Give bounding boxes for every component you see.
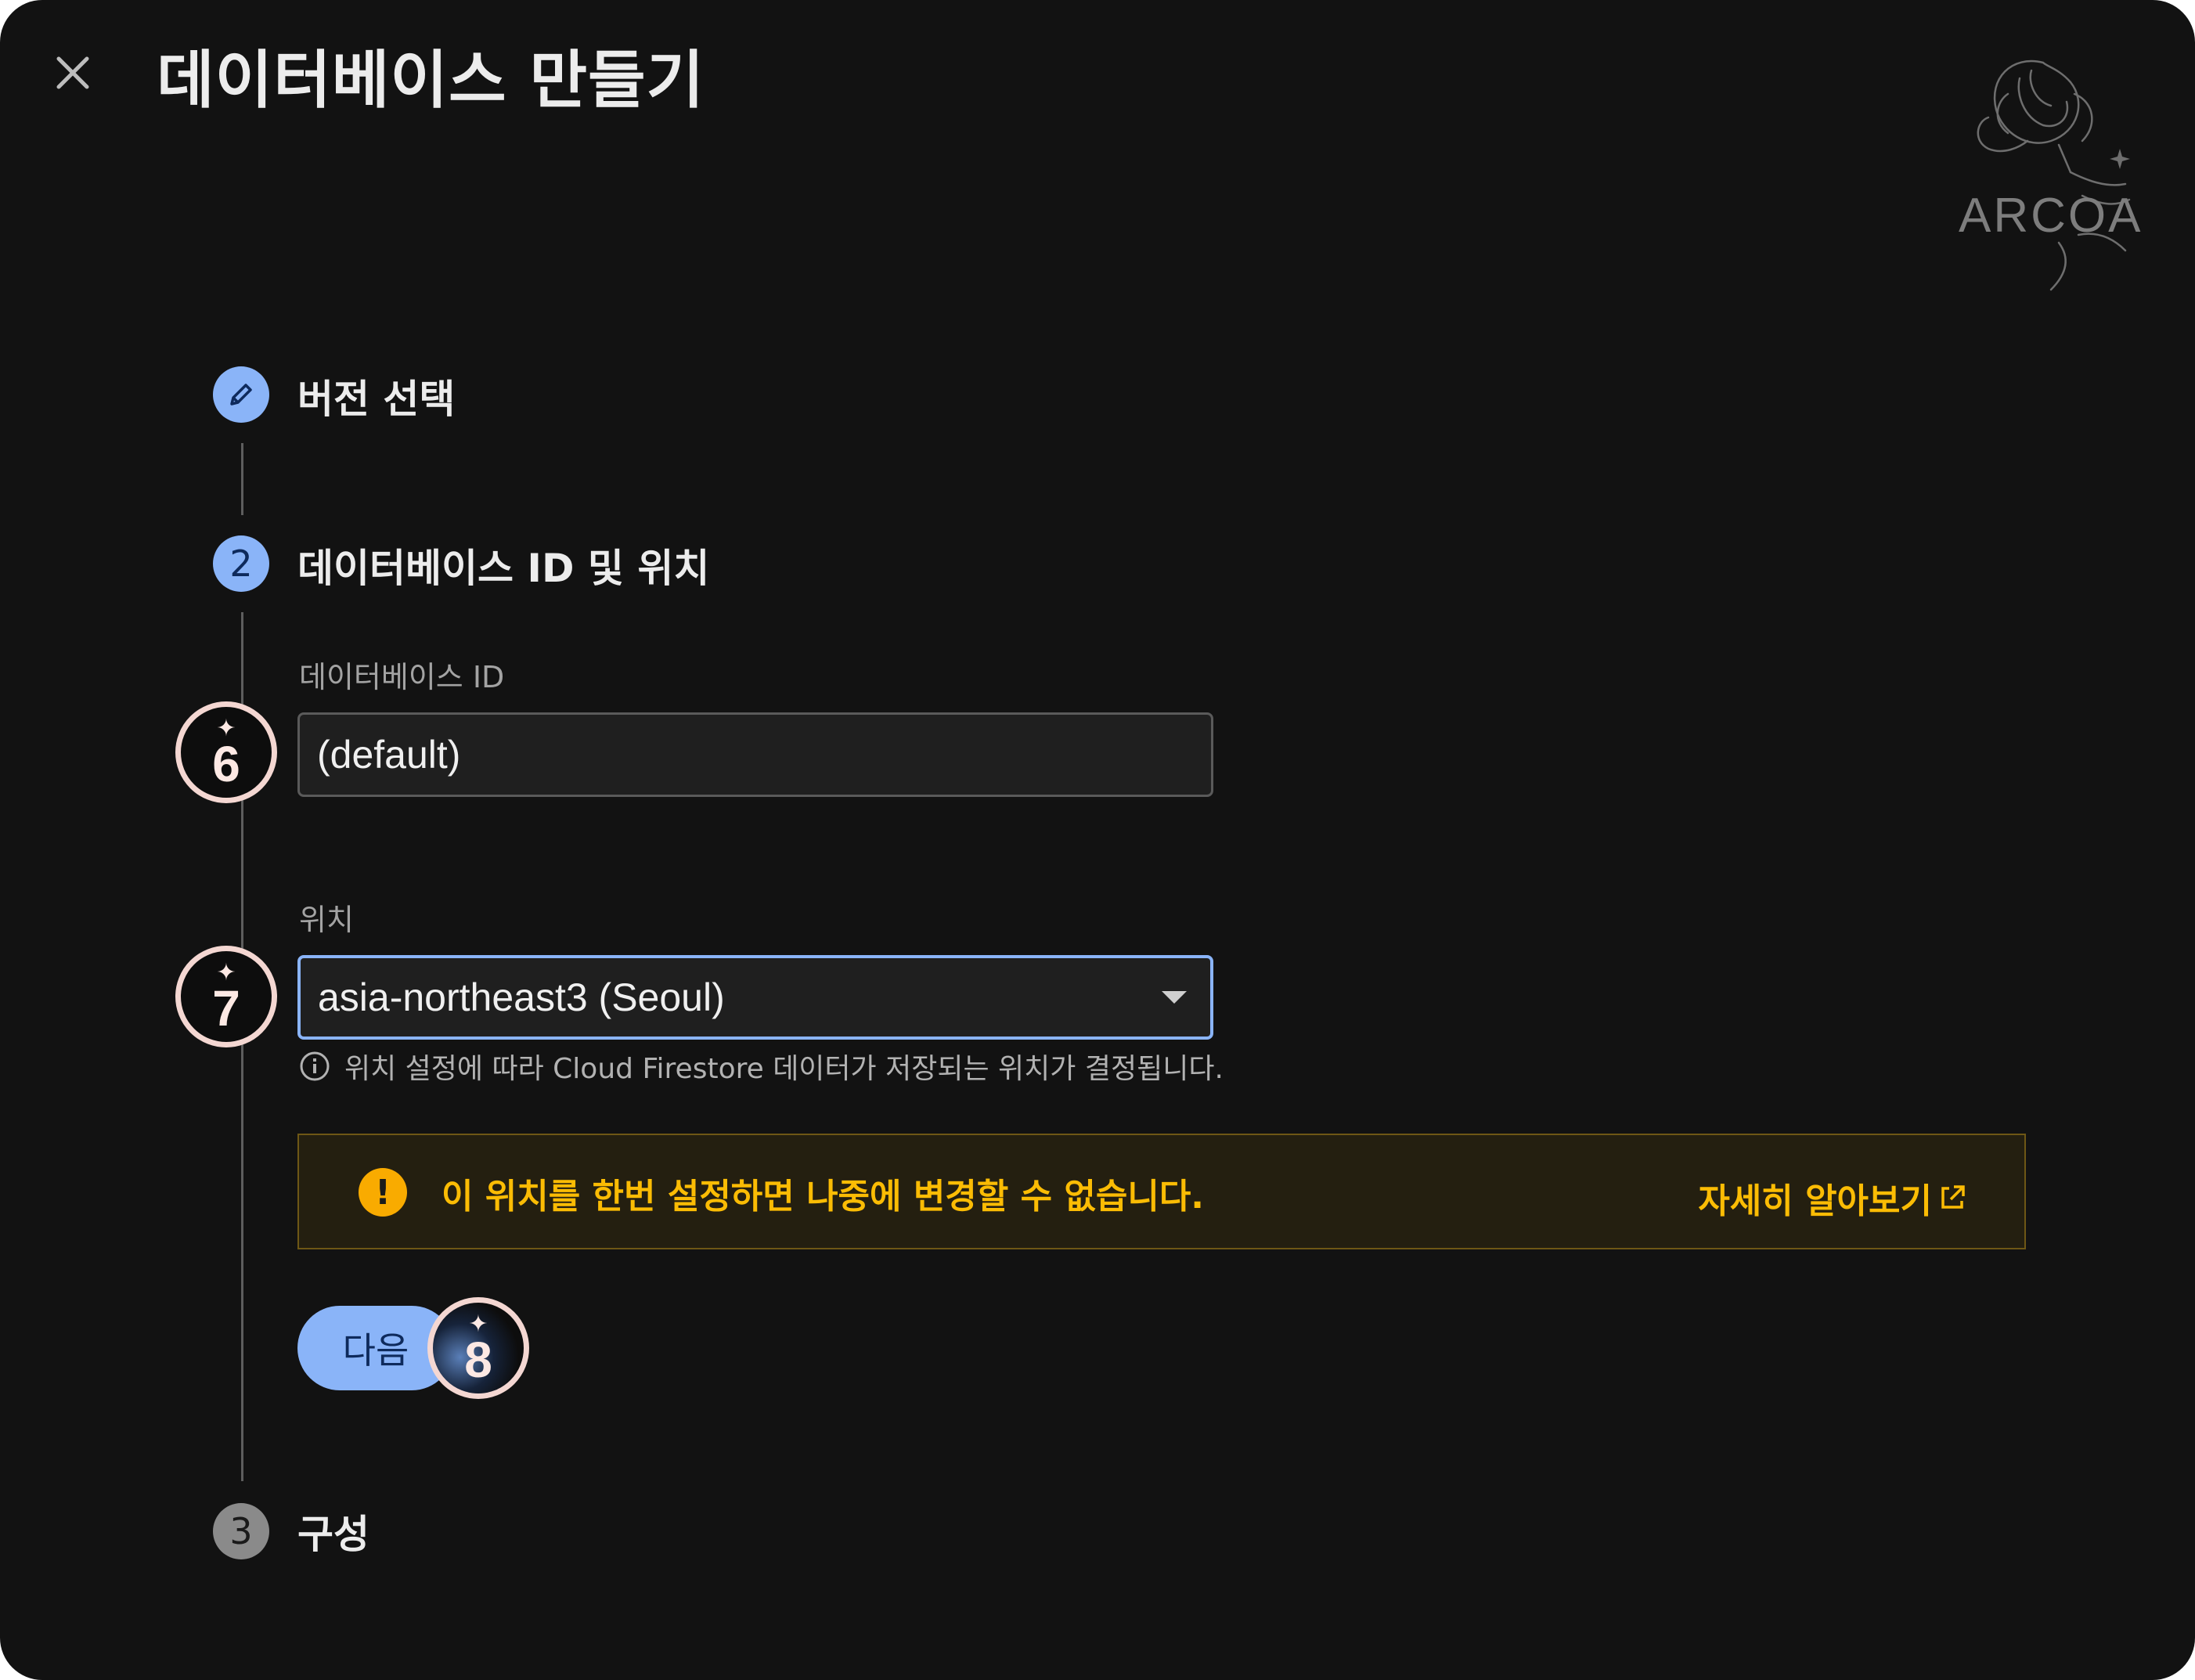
external-link-icon — [1941, 1185, 1965, 1209]
learn-more-link[interactable]: 자세히 알아보기 — [1698, 1173, 1968, 1223]
step-3-label[interactable]: 구성 — [297, 1503, 369, 1559]
close-button[interactable] — [43, 43, 103, 103]
step-connector — [241, 443, 243, 515]
database-id-input[interactable]: (default) — [297, 712, 1213, 797]
step-1-indicator — [213, 366, 269, 423]
annotation-number: 7 — [212, 980, 240, 1036]
annotation-badge-7: ✦ 7 — [175, 946, 277, 1047]
warning-banner: ! 이 위치를 한번 설정하면 나중에 변경할 수 없습니다. 자세히 알아보기 — [297, 1134, 2026, 1249]
dialog-title: 데이터베이스 만들기 — [157, 44, 705, 117]
annotation-badge-6: ✦ 6 — [175, 701, 277, 803]
database-id-label: 데이터베이스 ID — [299, 660, 505, 694]
annotation-number: 6 — [212, 736, 240, 792]
learn-more-label: 자세히 알아보기 — [1698, 1181, 1932, 1221]
dropdown-arrow-icon — [1162, 991, 1187, 1004]
step-1-label[interactable]: 버전 선택 — [297, 368, 455, 424]
create-database-dialog: 데이터베이스 만들기 ARCOA 버전 선택 2 데이터베이스 ID 및 위치 … — [0, 0, 2195, 1680]
annotation-number: 8 — [464, 1332, 492, 1388]
annotation-badge-8: ✦ 8 — [427, 1297, 529, 1399]
location-select[interactable]: asia-northeast3 (Seoul) — [297, 955, 1213, 1040]
location-hint-text: 위치 설정에 따라 Cloud Firestore 데이터가 저장되는 위치가 … — [344, 1053, 1224, 1085]
step-2-label: 데이터베이스 ID 및 위치 — [297, 546, 710, 591]
step-2-indicator: 2 — [213, 535, 269, 592]
close-icon — [56, 56, 89, 89]
logo-wordmark: ARCOA — [1959, 189, 2143, 243]
location-label: 위치 — [299, 903, 354, 937]
location-selected-value: asia-northeast3 (Seoul) — [318, 975, 725, 1019]
step-3-indicator: 3 — [213, 1503, 269, 1559]
pencil-icon — [230, 384, 252, 406]
location-hint: 위치 설정에 따라 Cloud Firestore 데이터가 저장되는 위치가 … — [299, 1046, 1224, 1087]
warning-icon: ! — [359, 1168, 407, 1217]
info-icon — [300, 1051, 330, 1081]
warning-text: 이 위치를 한번 설정하면 나중에 변경할 수 없습니다. — [442, 1177, 1205, 1217]
arcoa-logo — [1977, 59, 2131, 291]
